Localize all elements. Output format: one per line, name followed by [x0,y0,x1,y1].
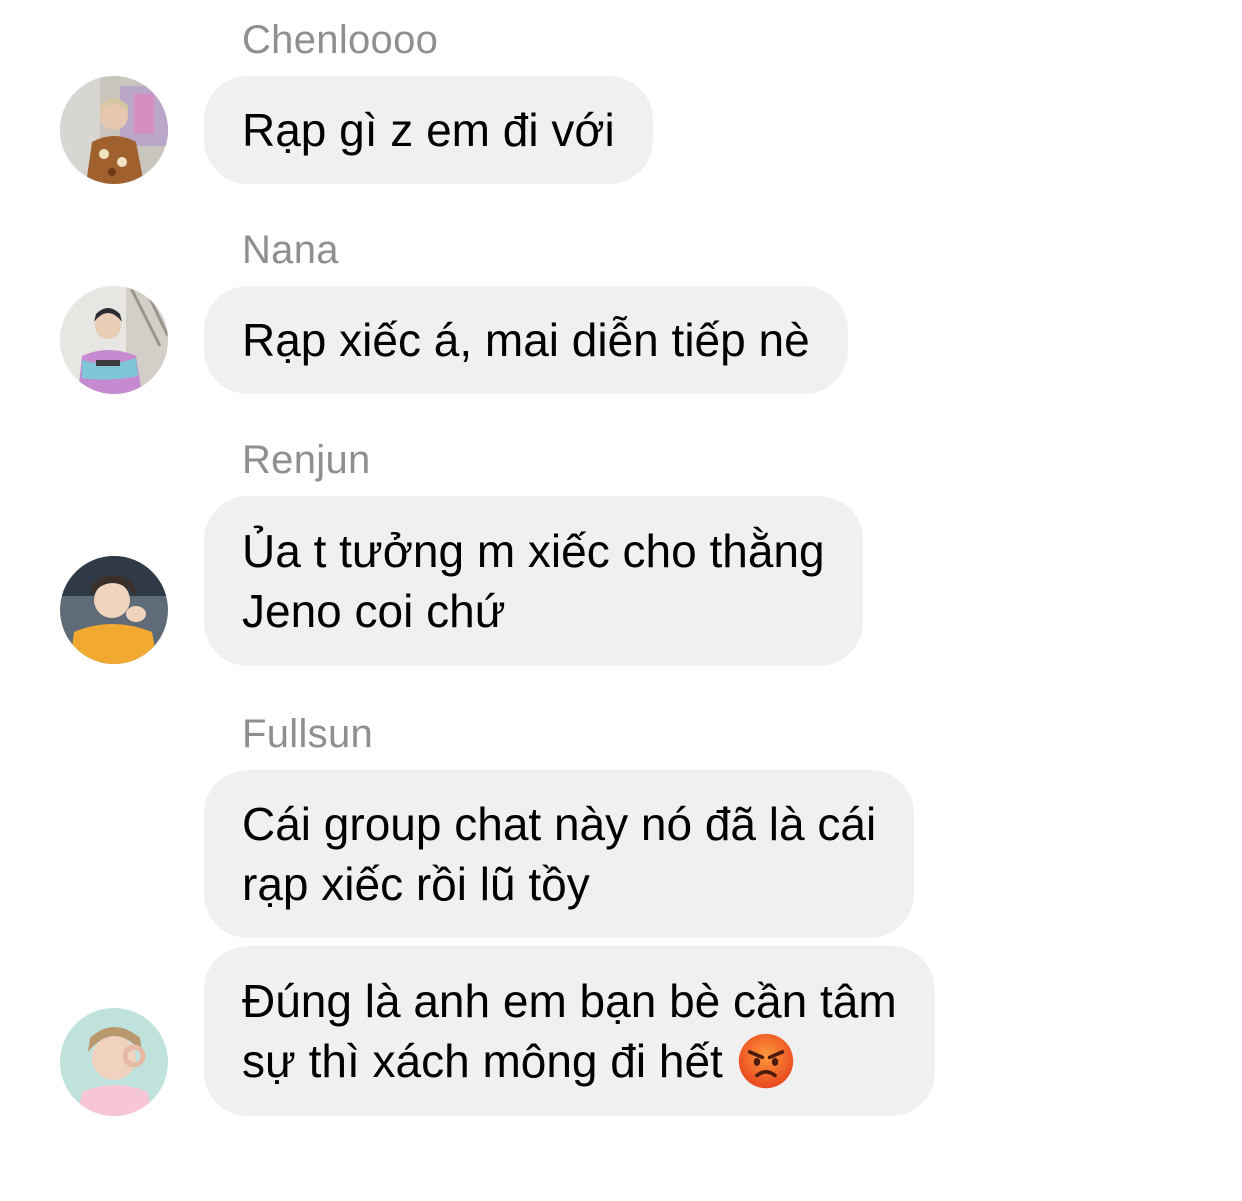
chat-thread: Chenloooo Rạp gì z em đi với Nana Rạp xi… [0,0,1242,1201]
message-bubble[interactable]: Đúng là anh em bạn bè cần tâm sự thì xác… [204,946,935,1116]
message-bubble[interactable]: Ủa t tưởng m xiếc cho thằng Jeno coi chứ [204,496,863,666]
message-bubble[interactable]: Rạp gì z em đi với [204,76,653,184]
message-bubble[interactable]: Cái group chat này nó đã là cái rạp xiếc… [204,770,915,938]
message-text: Rạp xiếc á, mai diễn tiếp nè [242,314,810,366]
angry-face-icon [738,1033,794,1089]
user-avatar-icon[interactable] [60,556,168,664]
user-avatar-icon[interactable] [60,1008,168,1116]
message-bubble[interactable]: Rạp xiếc á, mai diễn tiếp nè [204,286,848,394]
message-text-content: Đúng là anh em bạn bè cần tâm sự thì xác… [242,975,897,1087]
message-text: Cái group chat này nó đã là cái rạp xiếc… [242,798,877,910]
sender-name: Fullsun [242,712,374,756]
user-avatar-icon[interactable] [60,286,168,394]
message-text: Rạp gì z em đi với [242,104,615,156]
sender-name: Chenloooo [242,18,439,62]
sender-name: Renjun [242,438,371,482]
message-text: Đúng là anh em bạn bè cần tâm sự thì xác… [242,971,897,1091]
message-text: Ủa t tưởng m xiếc cho thằng Jeno coi chứ [242,525,825,637]
sender-name: Nana [242,228,339,272]
user-avatar-icon[interactable] [60,76,168,184]
